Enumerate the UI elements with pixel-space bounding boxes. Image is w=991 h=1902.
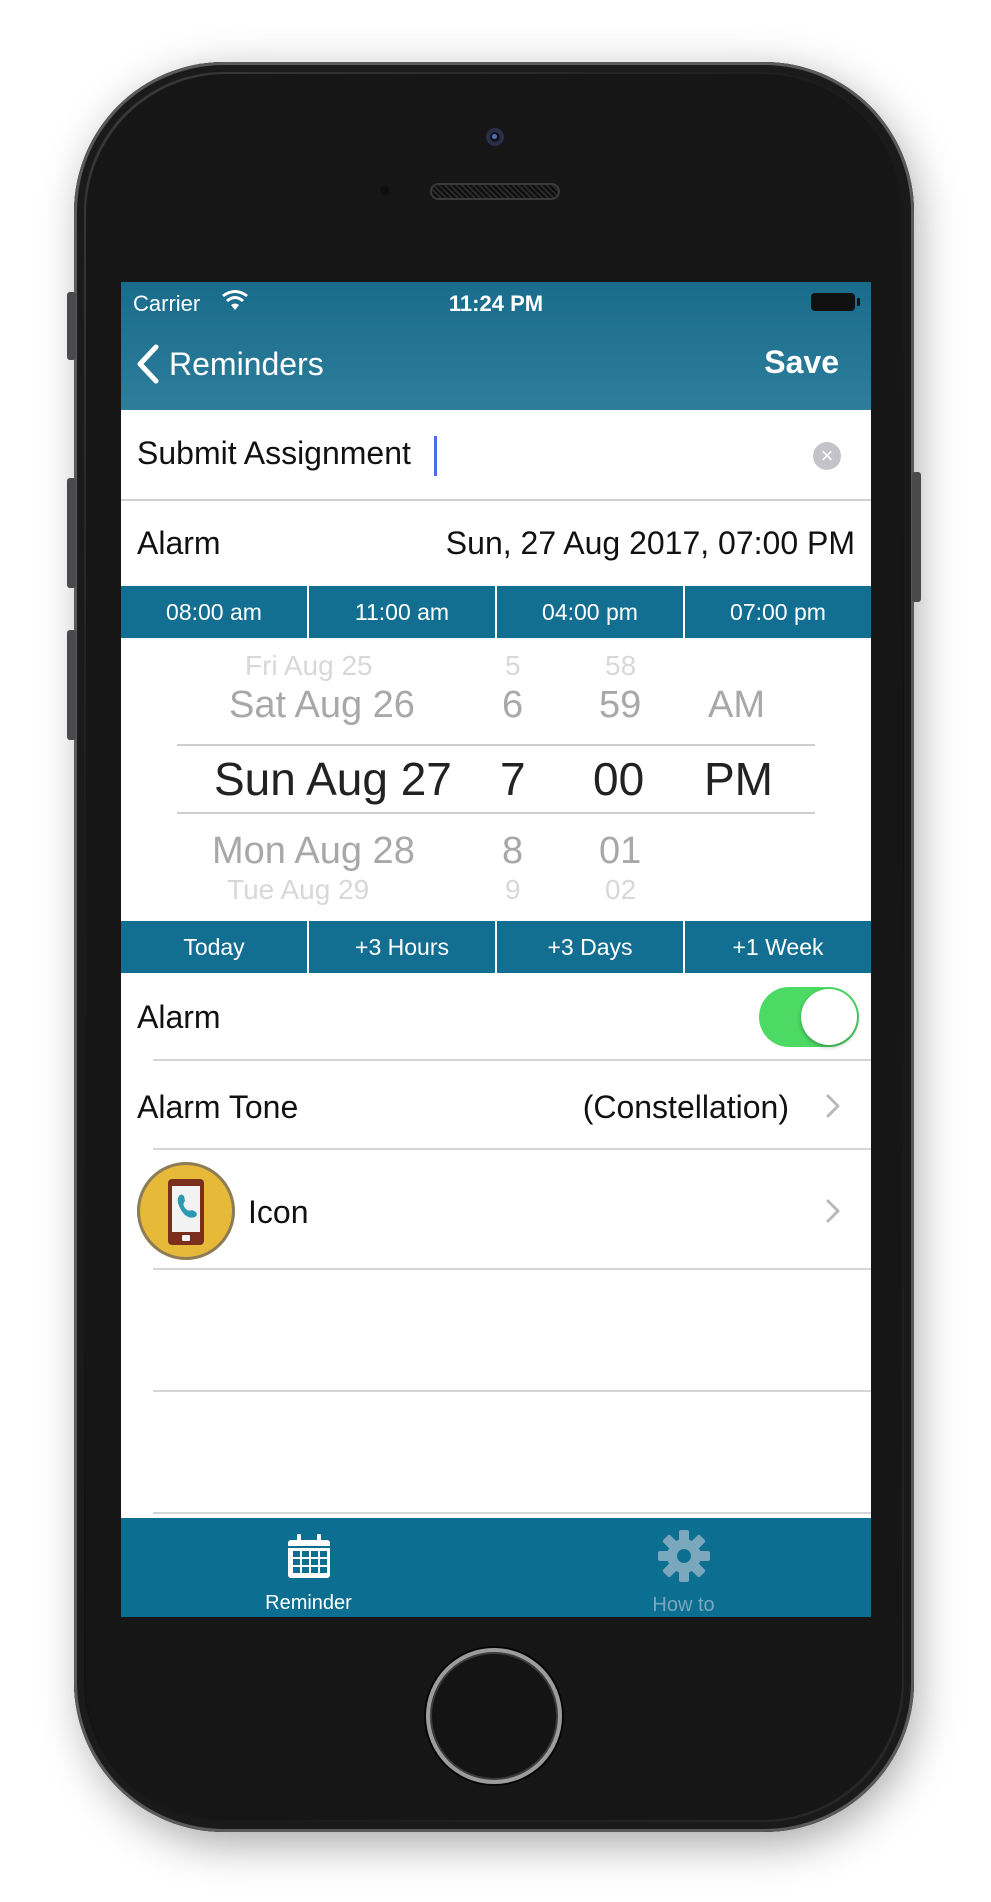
- home-button[interactable]: [426, 1648, 562, 1784]
- text-caret: [434, 436, 437, 476]
- tab-reminder-label: Reminder: [265, 1592, 352, 1614]
- back-button[interactable]: Reminders: [135, 340, 324, 388]
- picker-date-selected[interactable]: Sun Aug 27: [214, 752, 452, 806]
- picker-selection-bottom-line: [177, 812, 815, 814]
- picker-date-option[interactable]: Fri Aug 25: [245, 650, 373, 682]
- alarm-summary-value: Sun, 27 Aug 2017, 07:00 PM: [445, 525, 855, 561]
- alarm-toggle-row: Alarm: [121, 973, 871, 1061]
- quick-time-button[interactable]: 07:00 pm: [685, 586, 871, 638]
- chevron-left-icon: [137, 344, 159, 384]
- tab-bar: Reminder How to: [121, 1518, 871, 1617]
- picker-date-option[interactable]: Mon Aug 28: [212, 830, 415, 873]
- quick-time-button[interactable]: 11:00 am: [309, 586, 497, 638]
- icon-row-label: Icon: [248, 1194, 309, 1230]
- volume-down-button: [67, 630, 76, 740]
- picker-ampm-selected[interactable]: PM: [704, 752, 773, 806]
- picker-selection-top-line: [177, 744, 815, 746]
- icon-row[interactable]: Icon: [121, 1152, 871, 1270]
- quick-time-button[interactable]: 04:00 pm: [497, 586, 685, 638]
- quick-offset-button[interactable]: Today: [121, 921, 309, 973]
- chevron-right-icon: [826, 1199, 840, 1223]
- back-button-label: Reminders: [169, 345, 324, 382]
- navigation-bar: Carrier 11:24 PM Reminders Save: [121, 282, 871, 410]
- picker-minute-selected[interactable]: 00: [593, 752, 644, 806]
- quick-offset-button[interactable]: +3 Days: [497, 921, 685, 973]
- phone-call-icon: [137, 1162, 235, 1260]
- date-time-picker[interactable]: Fri Aug 25 Sat Aug 26 Sun Aug 27 Mon Aug…: [121, 638, 871, 921]
- power-button: [912, 472, 921, 602]
- status-bar: Carrier 11:24 PM: [121, 282, 871, 322]
- title-row: ×: [121, 410, 871, 501]
- status-time: 11:24 PM: [448, 291, 544, 316]
- picker-hour-option[interactable]: 6: [502, 684, 523, 727]
- reminder-title-input[interactable]: [137, 428, 777, 478]
- picker-minute-option[interactable]: 02: [605, 874, 636, 906]
- gear-icon: [657, 1530, 710, 1582]
- alarm-summary-label: Alarm: [137, 525, 221, 561]
- chevron-right-icon: [826, 1094, 840, 1118]
- front-camera: [486, 128, 504, 146]
- quick-time-button[interactable]: 08:00 am: [121, 586, 309, 638]
- alarm-summary-row[interactable]: Alarm Sun, 27 Aug 2017, 07:00 PM: [121, 501, 871, 586]
- alarm-toggle-label: Alarm: [137, 999, 221, 1035]
- calendar-icon: [287, 1534, 330, 1578]
- quick-offset-bar: Today +3 Hours +3 Days +1 Week: [121, 921, 871, 973]
- picker-minute-option[interactable]: 58: [605, 650, 636, 682]
- picker-minute-option[interactable]: 01: [599, 830, 641, 873]
- app-screen: Carrier 11:24 PM Reminders Save × Alarm …: [121, 282, 871, 1617]
- alarm-tone-value: (Constellation): [582, 1089, 789, 1125]
- picker-hour-selected[interactable]: 7: [500, 752, 526, 806]
- toggle-knob: [801, 989, 857, 1045]
- tab-reminder[interactable]: Reminder: [121, 1518, 496, 1617]
- divider: [153, 1268, 871, 1270]
- picker-minute-option[interactable]: 59: [599, 684, 641, 727]
- picker-date-option[interactable]: Sat Aug 26: [229, 684, 415, 727]
- alarm-tone-label: Alarm Tone: [137, 1089, 299, 1125]
- picker-hour-option[interactable]: 5: [505, 650, 521, 682]
- empty-row: [121, 1394, 871, 1514]
- divider: [153, 1148, 871, 1150]
- divider: [153, 1512, 871, 1514]
- earpiece-speaker: [430, 183, 560, 200]
- clear-icon[interactable]: ×: [813, 442, 841, 470]
- picker-hour-option[interactable]: 8: [502, 830, 523, 873]
- alarm-toggle-switch[interactable]: [759, 987, 859, 1047]
- alarm-tone-row[interactable]: Alarm Tone (Constellation): [121, 1063, 871, 1150]
- save-button[interactable]: Save: [764, 344, 839, 381]
- quick-time-bar: 08:00 am 11:00 am 04:00 pm 07:00 pm: [121, 586, 871, 638]
- volume-up-button: [67, 478, 76, 588]
- quick-offset-button[interactable]: +1 Week: [685, 921, 871, 973]
- proximity-sensor: [380, 186, 389, 195]
- picker-hour-option[interactable]: 9: [505, 874, 521, 906]
- empty-row: [121, 1272, 871, 1392]
- divider: [153, 1390, 871, 1392]
- battery-icon: [811, 293, 860, 311]
- tab-how-to-label: How to: [652, 1594, 715, 1616]
- quick-offset-button[interactable]: +3 Hours: [309, 921, 497, 973]
- tab-how-to[interactable]: How to: [496, 1518, 871, 1617]
- picker-ampm-option[interactable]: AM: [708, 684, 765, 727]
- divider: [153, 1059, 871, 1061]
- picker-date-option[interactable]: Tue Aug 29: [227, 874, 369, 906]
- mute-switch: [67, 292, 76, 360]
